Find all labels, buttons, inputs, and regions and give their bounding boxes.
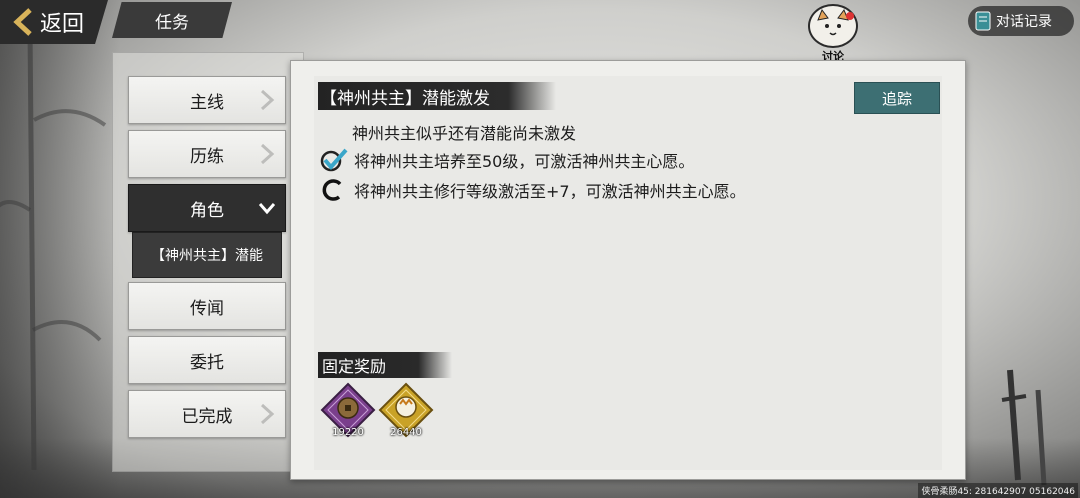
chevron-down-icon [259,203,275,215]
reward-title: 固定奖励 [318,352,452,378]
menu-item-label: 委托 [190,352,224,373]
quest-title: 【神州共主】潜能激发 [318,82,556,110]
menu-item-label: 主线 [190,92,224,113]
menu-item-character[interactable]: 角色 [128,184,286,232]
swords-decoration [1001,369,1047,486]
track-button[interactable]: 追踪 [854,82,940,114]
menu-item-commission[interactable]: 委托 [128,336,286,384]
back-button[interactable]: 返回 [0,0,108,44]
back-label: 返回 [40,12,85,37]
menu-item-completed[interactable]: 已完成 [128,390,286,438]
page-title: 任务 [112,2,232,38]
menu-item-label: 已完成 [181,406,233,427]
discuss-button[interactable]: 讨论 [808,4,858,63]
cat-avatar-icon [808,4,858,48]
reward-count: 26440 [390,427,422,438]
checkmark-icon [320,148,348,172]
menu-item-rumor[interactable]: 传闻 [128,282,286,330]
chevron-left-icon [13,8,32,36]
reward-count: 19220 [332,427,364,438]
player-uid-label: 侠骨柔肠45: 281642907 05162046 [918,483,1078,498]
dialog-record-button[interactable]: 对话记录 [968,6,1074,36]
condition-text: 将神州共主修行等级激活至+7，可激活神州共主心愿。 [354,182,746,201]
dialog-record-label: 对话记录 [996,14,1052,30]
menu-item-main[interactable]: 主线 [128,76,286,124]
bamboo-decoration [0,30,107,470]
chevron-right-icon [260,89,275,111]
book-icon [975,11,991,31]
menu-item-label: 角色 [190,200,224,221]
chevron-right-icon [260,403,275,425]
menu-item-training[interactable]: 历练 [128,130,286,178]
progress-ring-icon [322,179,342,201]
reward-item[interactable]: 26440 [378,382,434,438]
condition-item-progress: 将神州共主修行等级激活至+7，可激活神州共主心愿。 [320,178,746,202]
reward-item[interactable]: 19220 [320,382,376,438]
menu-item-label: 传闻 [190,298,224,319]
sub-item-quest[interactable]: 【神州共主】潜能 [132,232,282,278]
chevron-right-icon [260,143,275,165]
condition-text: 将神州共主培养至50级，可激活神州共主心愿。 [354,152,695,171]
condition-item-done: 将神州共主培养至50级，可激活神州共主心愿。 [320,148,694,172]
menu-item-label: 历练 [190,146,224,167]
quest-description: 神州共主似乎还有潜能尚未激发 [352,124,577,143]
